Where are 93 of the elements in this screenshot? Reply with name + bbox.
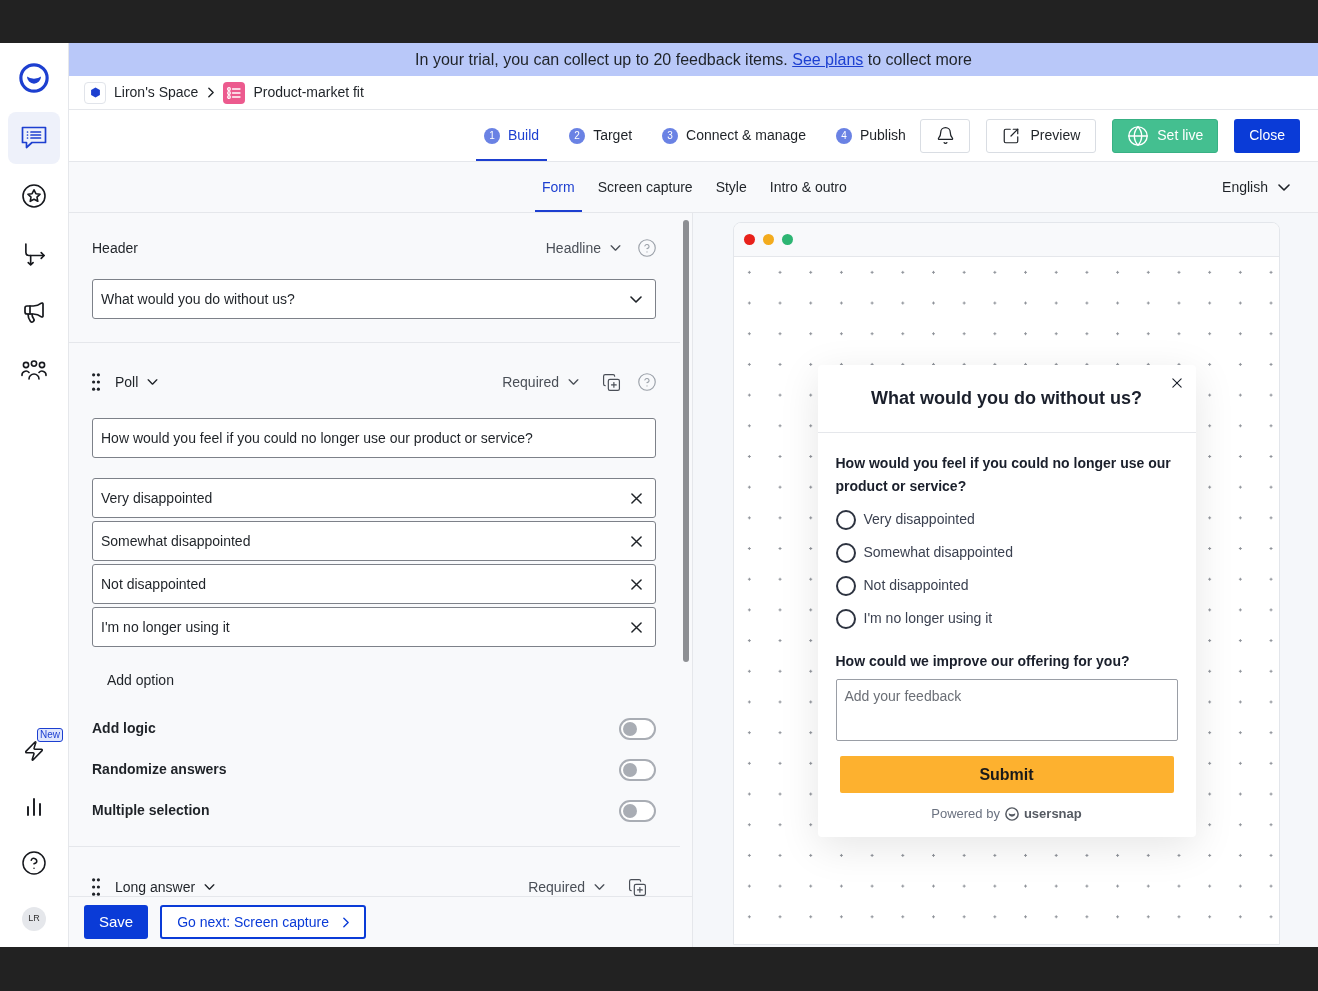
breadcrumb-link[interactable]: Product-market fit [253, 82, 364, 103]
help-icon[interactable] [22, 851, 46, 875]
option-input[interactable]: Very disappointed [92, 478, 656, 518]
widget-title: What would you do without us? [871, 387, 1142, 410]
nav-button[interactable] [8, 112, 60, 164]
headline-select[interactable]: What would you do without us? [92, 279, 656, 319]
step-number: 2 [569, 127, 586, 144]
close-icon[interactable] [1171, 378, 1182, 388]
lightning-icon [23, 739, 45, 763]
chevron-down-icon [594, 884, 605, 890]
option-label: Somewhat disappointed [863, 543, 1013, 562]
cross-icon[interactable] [631, 535, 642, 547]
option-label: Very disappointed [863, 510, 975, 529]
language-dropdown[interactable]: English [1222, 162, 1290, 212]
cross-icon[interactable] [631, 492, 642, 504]
scrollbar-thumb[interactable] [683, 220, 689, 662]
chevron-down-icon [610, 245, 621, 251]
chat-icon [21, 126, 47, 150]
question-text: How could we improve our offering for you? [835, 652, 1131, 671]
people-icon [21, 360, 47, 380]
chevron-down-icon [630, 295, 642, 303]
duplicate-icon[interactable] [628, 877, 647, 896]
toggle-switch[interactable] [619, 717, 656, 740]
step-tab[interactable]: 4 Publish [827, 110, 914, 161]
window-control-icon [744, 234, 755, 245]
window-control-icon [782, 234, 793, 245]
option-input[interactable]: Somewhat disappointed [92, 521, 656, 561]
split-arrow-icon [22, 242, 46, 266]
radio-button[interactable] [835, 542, 856, 563]
trial-banner-text: In your trial, you can collect up to 20 feedback items. See plans to collect more [415, 49, 972, 70]
smile-logo-icon [1004, 807, 1019, 821]
required-dropdown[interactable]: Required [502, 371, 579, 393]
bell-icon [936, 126, 955, 145]
bar-chart-icon [26, 798, 42, 816]
radio-button[interactable] [835, 608, 856, 629]
save-button[interactable]: Save [84, 905, 149, 939]
headline-dropdown[interactable]: Headline [545, 237, 621, 259]
step-tab[interactable]: 2 Target [561, 110, 641, 161]
step-tab[interactable]: 3 Connect & manage [654, 110, 814, 161]
section-tab[interactable]: Screen capture [590, 162, 700, 212]
next-button[interactable]: Go next: Screen capture [160, 905, 366, 939]
chevron-down-icon [568, 379, 579, 385]
toggle-switch[interactable] [619, 758, 656, 781]
powered-by-text: Powered by [931, 805, 1000, 824]
drag-handle-icon[interactable] [92, 373, 100, 391]
option-input[interactable]: I'm no longer using it [92, 607, 656, 647]
drag-handle-icon[interactable] [92, 878, 100, 896]
smile-logo-icon [19, 63, 49, 93]
external-link-icon [1002, 126, 1021, 145]
setting-label: Randomize answers [92, 760, 227, 779]
setting-label: Add logic [92, 719, 156, 738]
new-badge: New [37, 728, 63, 742]
submit-button[interactable]: Submit [839, 756, 1174, 793]
window-control-icon [763, 234, 774, 245]
brand-name: usersnap [1023, 805, 1082, 824]
option-label: I'm no longer using it [863, 609, 993, 628]
radio-button[interactable] [835, 509, 856, 530]
cross-icon[interactable] [631, 578, 642, 590]
section-tab[interactable]: Intro & outro [762, 162, 854, 212]
user-avatar[interactable]: LR [22, 907, 46, 931]
setting-label: Multiple selection [92, 801, 210, 820]
option-input[interactable]: Not disappointed [92, 564, 656, 604]
megaphone-icon [22, 300, 46, 324]
see-plans-link[interactable]: See plans [792, 50, 864, 68]
cross-icon[interactable] [631, 621, 642, 633]
chevron-right-icon [208, 87, 215, 98]
section-label: Header [92, 238, 138, 258]
section-tab[interactable]: Style [708, 162, 754, 212]
chevron-down-icon [204, 884, 216, 890]
add-option-button[interactable]: Add option [107, 670, 174, 690]
breadcrumb-link[interactable]: Liron's Space [114, 82, 199, 103]
notifications-button[interactable] [920, 118, 971, 153]
chevron-down-icon [1278, 183, 1290, 191]
step-number: 4 [835, 127, 852, 144]
toggle-switch[interactable] [619, 799, 656, 822]
step-number: 3 [662, 127, 679, 144]
list-icon [223, 81, 246, 104]
nav-button[interactable]: New [8, 725, 60, 777]
preview-button[interactable]: Preview [986, 118, 1097, 153]
step-number: 1 [484, 127, 500, 144]
chevron-right-icon [342, 916, 349, 928]
question-text: How would you feel if you could no longer use our product or service? [835, 454, 1172, 496]
close-button[interactable]: Close [1234, 118, 1300, 153]
required-dropdown[interactable]: Required [528, 876, 605, 896]
radio-button[interactable] [835, 575, 856, 596]
feedback-textarea[interactable]: Add your feedback [835, 679, 1178, 741]
question-type-dropdown[interactable]: Poll [115, 371, 159, 393]
chevron-down-icon [147, 379, 159, 385]
option-label: Not disappointed [863, 576, 969, 595]
globe-icon [1127, 124, 1150, 147]
duplicate-icon[interactable] [602, 372, 621, 392]
question-type-dropdown[interactable]: Long answer [115, 876, 216, 896]
question-input[interactable]: How would you feel if you could no longer use our product or service? [92, 418, 656, 458]
